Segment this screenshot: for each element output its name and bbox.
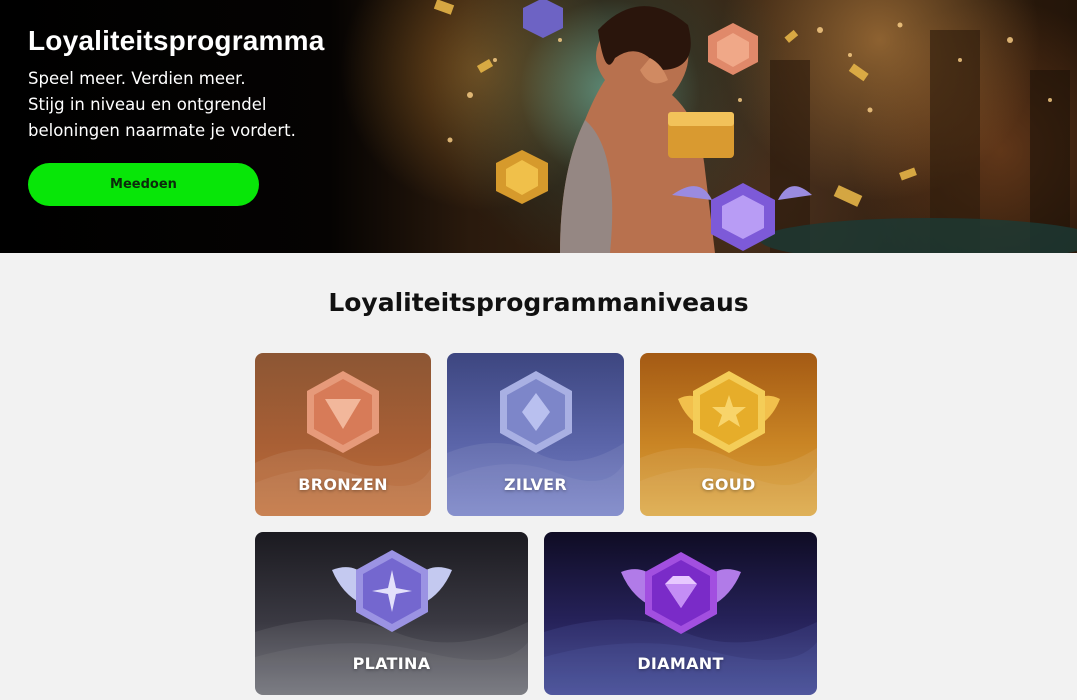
hero-subtitle-line: beloningen naarmate je vordert. (28, 121, 296, 140)
level-card-platinum[interactable]: PLATINA (255, 532, 528, 695)
hero-banner: Loyaliteitsprogramma Speel meer. Verdien… (0, 0, 1077, 253)
hero-subtitle: Speel meer. Verdien meer. Stijg in nivea… (28, 66, 325, 144)
level-label: ZILVER (504, 475, 567, 494)
level-label: BRONZEN (298, 475, 388, 494)
level-card-gold[interactable]: GOUD (640, 353, 817, 516)
hero-text: Loyaliteitsprogramma Speel meer. Verdien… (28, 24, 325, 144)
hero-subtitle-line: Speel meer. Verdien meer. (28, 69, 246, 88)
levels-title: Loyaliteitsprogrammaniveaus (328, 288, 749, 317)
level-card-diamond[interactable]: DIAMANT (544, 532, 817, 695)
diamond-badge-icon (620, 552, 741, 634)
level-label: DIAMANT (637, 654, 724, 673)
hero-subtitle-line: Stijg in niveau en ontgrendel (28, 95, 267, 114)
gold-badge-icon (677, 371, 780, 453)
hero-title: Loyaliteitsprogramma (28, 25, 325, 56)
level-card-silver[interactable]: ZILVER (447, 353, 624, 516)
platinum-badge-icon (331, 550, 452, 632)
level-label: GOUD (701, 475, 756, 494)
silver-badge-icon (499, 371, 572, 453)
bronze-badge-icon (307, 371, 379, 453)
level-card-bronze[interactable]: BRONZEN (255, 353, 431, 516)
join-button[interactable]: Meedoen (28, 163, 259, 206)
level-label: PLATINA (352, 654, 431, 673)
